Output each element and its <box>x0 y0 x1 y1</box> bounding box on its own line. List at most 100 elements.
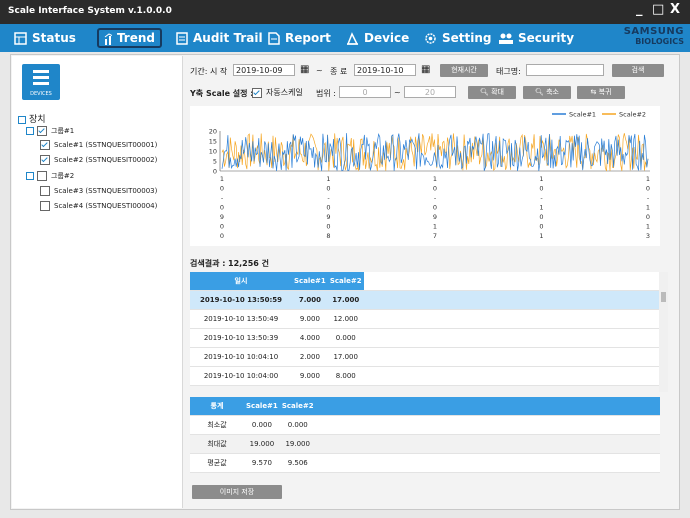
tree-root[interactable]: 장치 <box>18 112 46 125</box>
tree-item-scale2[interactable]: Scale#2 (SSTNQUESIT00002) <box>40 155 157 165</box>
x-tick-label: 7 <box>433 232 437 240</box>
x-tick-label: 1 <box>646 223 650 231</box>
menu-trend[interactable]: Trend <box>97 28 162 48</box>
start-date-input[interactable] <box>233 64 295 76</box>
col-scale2[interactable]: Scale#2 <box>327 272 364 291</box>
stats-row: 최소값 0.000 0.000 <box>190 415 660 435</box>
table-row[interactable]: 2019-10-10 10:04:00 9.000 8.000 <box>190 366 660 386</box>
tree-item-scale1[interactable]: Scale#1 (SSTNQUESIT00001) <box>40 140 157 150</box>
yscale-label: Y축 Scale 설정 : <box>190 89 254 98</box>
group-1-checkbox[interactable] <box>37 126 47 136</box>
table-row[interactable]: 2019-10-10 13:50:59 7.000 17.000 <box>190 290 660 310</box>
x-tick-label: 1 <box>326 175 330 183</box>
stat-scale2: 19.000 <box>279 434 316 454</box>
devices-label: DEVICES <box>30 91 52 97</box>
calendar-icon[interactable]: ▦ <box>421 64 430 75</box>
close-button[interactable]: X <box>670 2 680 17</box>
y-tick-label: 20 <box>209 128 217 136</box>
save-image-button[interactable]: 이미지 저장 <box>192 485 282 499</box>
grid-scrollbar[interactable] <box>659 272 668 392</box>
cell-scale2: 0.000 <box>327 328 364 348</box>
zoom-out-button[interactable]: 🔍︎ 축소 <box>523 86 571 99</box>
menu-audit-trail[interactable]: Audit Trail <box>176 28 263 48</box>
menu-security[interactable]: Security <box>499 28 574 48</box>
menu-audit-trail-label: Audit Trail <box>193 31 263 45</box>
gear-icon <box>425 32 436 44</box>
col-scale1: Scale#1 <box>244 397 280 416</box>
audit-trail-icon <box>176 31 188 45</box>
zoom-in-button[interactable]: 🔍︎ 확대 <box>468 86 516 99</box>
device-icon <box>346 31 359 45</box>
zoom-out-label: 축소 <box>546 88 559 96</box>
menu-trend-label: Trend <box>116 31 155 45</box>
x-tick-label: 0 <box>433 185 437 193</box>
report-icon <box>268 31 280 45</box>
now-button[interactable]: 현재시간 <box>440 64 488 77</box>
minimize-button[interactable]: _ <box>636 2 643 17</box>
scale2-checkbox[interactable] <box>40 155 50 165</box>
x-tick-label: 1 <box>646 175 650 183</box>
tree-root-label: 장치 <box>29 115 46 125</box>
col-scale2: Scale#2 <box>279 397 316 416</box>
devices-button[interactable]: DEVICES <box>22 64 60 100</box>
table-row[interactable]: 2019-10-10 13:50:49 9.000 12.000 <box>190 309 660 329</box>
stat-name: 최대값 <box>190 434 244 454</box>
maximize-button[interactable]: □ <box>652 2 664 17</box>
status-icon <box>14 31 27 45</box>
scale3-checkbox[interactable] <box>40 186 50 196</box>
scrollbar-thumb[interactable] <box>661 292 666 302</box>
x-tick-label: 0 <box>326 223 330 231</box>
stats-header: 통계 Scale#1 Scale#2 <box>190 397 660 416</box>
grid-header: 일시 Scale#1 Scale#2 <box>190 272 660 291</box>
stat-name: 평균값 <box>190 453 244 473</box>
x-tick-label: 3 <box>646 232 650 240</box>
tree-item-scale4[interactable]: Scale#4 (SSTNQUESTI00004) <box>40 201 157 211</box>
x-tick-label: 1 <box>433 223 437 231</box>
scale4-checkbox[interactable] <box>40 201 50 211</box>
autoscale-toggle[interactable]: 자동스케일 <box>252 87 303 98</box>
window-title: Scale Interface System v.1.0.0.0 <box>8 6 172 16</box>
col-datetime[interactable]: 일시 <box>190 272 292 291</box>
stat-scale2: 9.506 <box>279 453 316 473</box>
table-row[interactable]: 2019-10-10 10:04:10 2.000 17.000 <box>190 347 660 367</box>
cell-scale1: 9.000 <box>292 366 328 386</box>
brand-line1: SAMSUNG <box>623 26 684 37</box>
stat-scale2: 0.000 <box>279 415 316 435</box>
cell-scale2: 17.000 <box>327 290 364 310</box>
group-2-label: 그룹#2 <box>51 172 75 180</box>
tag-name-input[interactable] <box>526 64 604 76</box>
autoscale-checkbox[interactable] <box>252 87 262 98</box>
stats-grid: 통계 Scale#1 Scale#2 최소값 0.000 0.000 최대값 19.0… <box>190 397 660 473</box>
cell-datetime: 2019-10-10 10:04:00 <box>190 366 292 386</box>
calendar-icon[interactable]: ▦ <box>300 64 309 75</box>
zoom-in-label: 확대 <box>491 88 504 96</box>
end-date-input[interactable] <box>354 64 416 76</box>
cell-scale2: 12.000 <box>327 309 364 329</box>
menu-device[interactable]: Device <box>346 28 409 48</box>
x-tick-label: 1 <box>539 204 543 212</box>
x-tick-label: 0 <box>646 185 650 193</box>
period-start-label: 기간: 시 작 <box>190 67 228 76</box>
brand-line2: BIOLOGICS <box>635 37 684 46</box>
table-row[interactable]: 2019-10-10 13:50:39 4.000 0.000 <box>190 328 660 348</box>
range-min-input[interactable] <box>339 86 391 98</box>
tree-group-1[interactable]: 그룹#1 <box>26 126 74 136</box>
cell-scale1: 7.000 <box>292 290 328 310</box>
cell-scale1: 2.000 <box>292 347 328 367</box>
range-max-input[interactable] <box>404 86 456 98</box>
tree-item-scale3[interactable]: Scale#3 (SSTNQUESIT00003) <box>40 186 157 196</box>
x-tick-label: - <box>327 194 330 202</box>
search-button[interactable]: 검색 <box>612 64 664 77</box>
menu-status[interactable]: Status <box>14 28 76 48</box>
group-2-checkbox[interactable] <box>37 171 47 181</box>
tree-group-2[interactable]: 그룹#2 <box>26 171 74 181</box>
y-tick-label: 0 <box>213 168 217 176</box>
col-scale1[interactable]: Scale#1 <box>292 272 328 291</box>
menu-status-label: Status <box>32 31 76 45</box>
menu-setting[interactable]: Setting <box>424 28 492 48</box>
x-tick-label: 0 <box>220 223 224 231</box>
end-date-label: 종 료 <box>330 67 348 76</box>
restore-button[interactable]: ⇆ 복귀 <box>577 86 625 99</box>
menu-report[interactable]: Report <box>268 28 331 48</box>
scale1-checkbox[interactable] <box>40 140 50 150</box>
